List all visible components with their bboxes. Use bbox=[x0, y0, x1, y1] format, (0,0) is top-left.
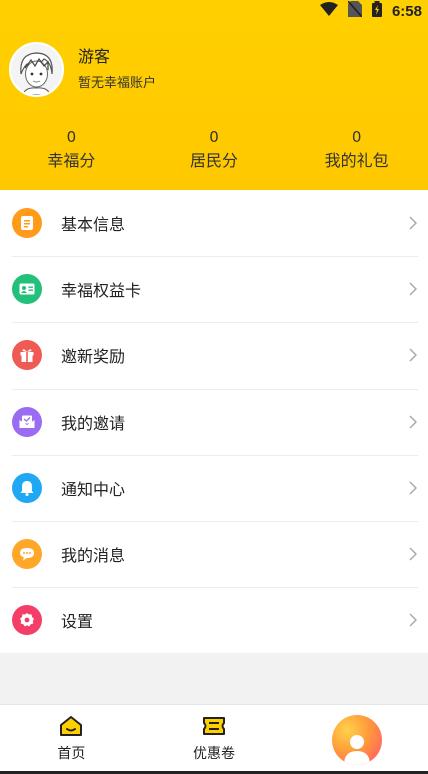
chevron-right-icon bbox=[398, 481, 428, 495]
status-time: 6:58 bbox=[391, 2, 422, 20]
stat-value: 0 bbox=[66, 128, 77, 146]
menu-item-basic-info[interactable]: 基本信息 bbox=[0, 190, 428, 256]
no-sim-icon bbox=[347, 0, 363, 21]
chevron-right-icon bbox=[398, 216, 428, 230]
menu-item-benefit-card[interactable]: 幸福权益卡 bbox=[0, 256, 428, 322]
menu-label: 我的邀请 bbox=[61, 413, 126, 433]
tab-profile[interactable] bbox=[285, 705, 428, 774]
menu-label: 基本信息 bbox=[61, 215, 126, 235]
account-status: 暂无幸福账户 bbox=[78, 76, 157, 91]
menu-item-my-invitations[interactable]: 我的邀请 bbox=[0, 388, 428, 455]
menu-label: 设置 bbox=[61, 612, 94, 632]
stat-value: 0 bbox=[209, 128, 219, 146]
profile-icon bbox=[331, 715, 382, 765]
chevron-right-icon bbox=[398, 282, 428, 296]
stat-happiness-points[interactable]: 0 幸福分 bbox=[0, 127, 143, 172]
bell-icon bbox=[12, 472, 42, 503]
user-name[interactable]: 游客 bbox=[78, 43, 110, 67]
avatar[interactable] bbox=[9, 42, 64, 97]
stat-label: 幸福分 bbox=[47, 151, 96, 170]
stat-value: 0 bbox=[351, 128, 362, 146]
stat-my-gifts[interactable]: 0 我的礼包 bbox=[285, 127, 428, 172]
stat-label: 居民分 bbox=[190, 151, 239, 170]
menu-label: 幸福权益卡 bbox=[61, 281, 142, 301]
chevron-right-icon bbox=[398, 415, 428, 429]
stat-label: 我的礼包 bbox=[324, 151, 389, 170]
tab-label: 优惠卷 bbox=[193, 746, 235, 762]
envelope-icon bbox=[12, 406, 42, 437]
chevron-right-icon bbox=[398, 348, 428, 362]
gift-icon bbox=[12, 340, 42, 371]
menu-label: 我的消息 bbox=[61, 546, 126, 566]
menu-item-notification-center[interactable]: 通知中心 bbox=[0, 454, 428, 521]
menu-item-invite-reward[interactable]: 邀新奖励 bbox=[0, 322, 428, 388]
tab-coupons[interactable]: 优惠卷 bbox=[143, 705, 286, 774]
stat-resident-points[interactable]: 0 居民分 bbox=[143, 127, 286, 172]
id-card-icon bbox=[12, 274, 42, 305]
profile-header: 6:58 游客 暂无幸福账户 0 幸福分 0 居民分 0 我的礼包 bbox=[0, 0, 428, 190]
menu-label: 通知中心 bbox=[61, 479, 126, 499]
menu-item-settings[interactable]: 设置 bbox=[0, 587, 428, 653]
status-bar: 6:58 bbox=[319, 0, 428, 22]
chat-bubble-icon bbox=[12, 539, 42, 570]
home-icon bbox=[59, 715, 83, 741]
wifi-icon bbox=[319, 2, 338, 20]
menu-item-my-messages[interactable]: 我的消息 bbox=[0, 520, 428, 587]
battery-icon bbox=[371, 1, 382, 21]
tab-label: 首页 bbox=[57, 746, 86, 762]
stats-row: 0 幸福分 0 居民分 0 我的礼包 bbox=[0, 127, 428, 172]
chevron-right-icon bbox=[398, 547, 428, 561]
document-icon bbox=[12, 208, 42, 239]
menu-list: 基本信息 幸福权益卡 邀新奖励 我的邀请 通知中心 我的消息 设置 bbox=[0, 190, 428, 654]
bottom-tab-bar: 首页 优惠卷 bbox=[0, 704, 428, 774]
menu-label: 邀新奖励 bbox=[61, 347, 126, 367]
coupon-icon bbox=[202, 715, 226, 741]
chevron-right-icon bbox=[398, 613, 428, 627]
tab-home[interactable]: 首页 bbox=[0, 705, 143, 774]
gear-icon bbox=[12, 605, 42, 636]
